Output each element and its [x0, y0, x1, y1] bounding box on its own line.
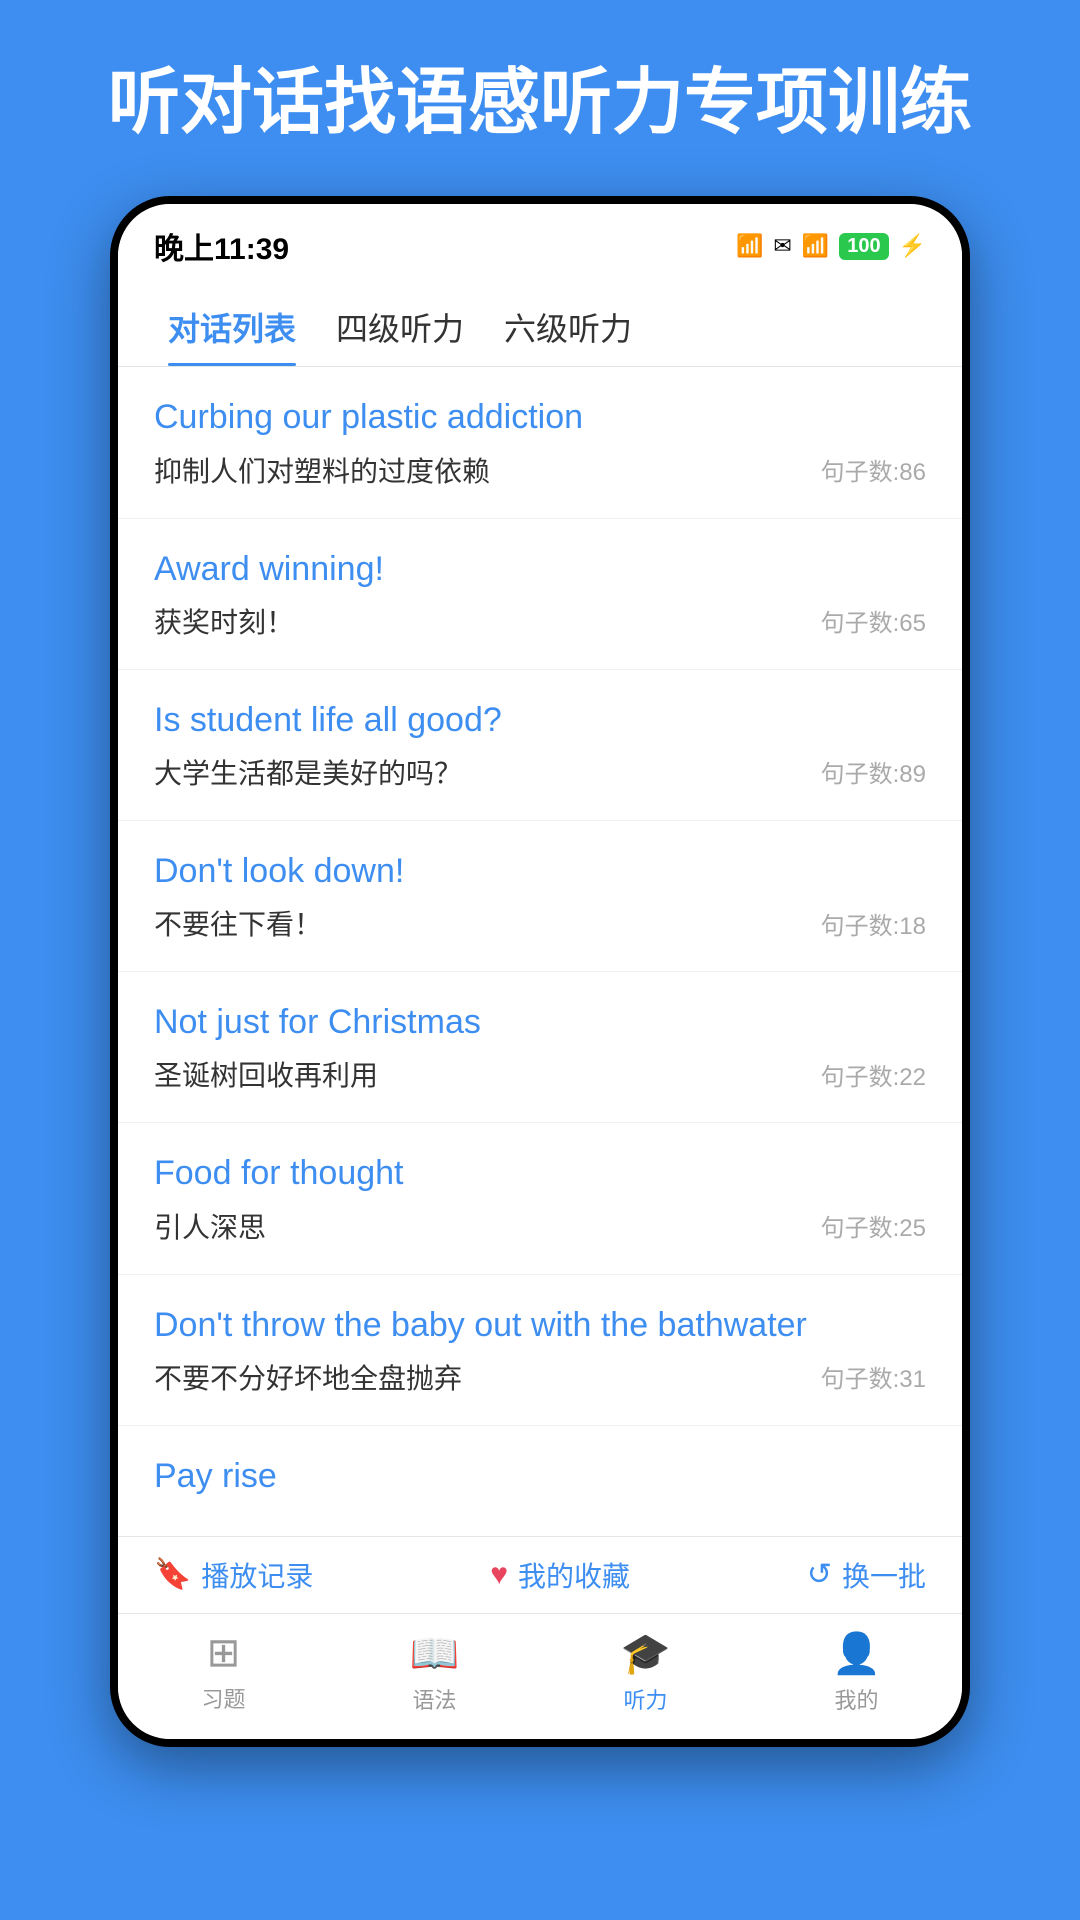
message-icon: ✉ [773, 233, 791, 259]
list-item[interactable]: Not just for Christmas 圣诞树回收再利用 句子数:22 [118, 972, 962, 1123]
item-bottom: 大学生活都是美好的吗？ 句子数:89 [154, 752, 926, 792]
item-title: Not just for Christmas [154, 1000, 926, 1044]
item-count: 句子数:22 [821, 1057, 926, 1092]
nav-bar: ⊞ 习题 📖 语法 🎓 听力 👤 我的 [118, 1613, 962, 1739]
item-title: Pay rise [154, 1454, 926, 1498]
bookmark-icon: 🔖 [154, 1557, 191, 1592]
item-count: 句子数:18 [821, 906, 926, 941]
item-bottom: 不要往下看！ 句子数:18 [154, 903, 926, 943]
item-bottom: 抑制人们对塑料的过度依赖 句子数:86 [154, 450, 926, 490]
nav-item-profile[interactable]: 👤 我的 [777, 1630, 937, 1715]
item-count: 句子数:31 [821, 1359, 926, 1394]
bottom-toolbar: 🔖 播放记录 ♥ 我的收藏 ↺ 换一批 [118, 1536, 962, 1613]
item-count: 句子数:65 [821, 603, 926, 638]
status-bar: 晚上11:39 📶 ✉ 📶 100 ⚡ [118, 204, 962, 278]
list-item[interactable]: Food for thought 引人深思 句子数:25 [118, 1123, 962, 1274]
item-title: Don't throw the baby out with the bathwa… [154, 1303, 926, 1347]
nav-icon-listening: 🎓 [621, 1630, 671, 1677]
refresh-button[interactable]: ↺ 换一批 [807, 1555, 926, 1595]
page-title: 听对话找语感听力专项训练 [68, 0, 1012, 196]
item-count: 句子数:25 [821, 1208, 926, 1243]
list-container: Curbing our plastic addiction 抑制人们对塑料的过度依… [118, 367, 962, 1536]
item-subtitle: 圣诞树回收再利用 [154, 1054, 378, 1094]
item-bottom: 不要不分好坏地全盘抛弃 句子数:31 [154, 1357, 926, 1397]
item-bottom: 引人深思 句子数:25 [154, 1206, 926, 1246]
list-item[interactable]: Award winning! 获奖时刻！ 句子数:65 [118, 519, 962, 670]
nav-label-grammar: 语法 [412, 1683, 456, 1715]
tab-bar: 对话列表 四级听力 六级听力 [118, 278, 962, 367]
heart-icon: ♥ [490, 1558, 508, 1592]
favorites-button[interactable]: ♥ 我的收藏 [490, 1555, 630, 1595]
item-subtitle: 抑制人们对塑料的过度依赖 [154, 450, 490, 490]
item-bottom: 获奖时刻！ 句子数:65 [154, 601, 926, 641]
item-subtitle: 获奖时刻！ [154, 601, 294, 641]
item-subtitle: 引人深思 [154, 1206, 266, 1246]
status-icons: 📶 ✉ 📶 100 ⚡ [736, 233, 926, 260]
list-item[interactable]: Don't look down! 不要往下看！ 句子数:18 [118, 821, 962, 972]
list-item[interactable]: Is student life all good? 大学生活都是美好的吗？ 句子数:… [118, 670, 962, 821]
item-title: Don't look down! [154, 849, 926, 893]
nav-label-exercises: 习题 [201, 1682, 245, 1714]
favorites-label: 我的收藏 [518, 1555, 630, 1595]
history-button[interactable]: 🔖 播放记录 [154, 1555, 313, 1595]
item-subtitle: 大学生活都是美好的吗？ [154, 752, 462, 792]
charging-icon: ⚡ [899, 233, 926, 259]
nav-icon-exercises: ⊞ [207, 1630, 241, 1676]
list-item[interactable]: Don't throw the baby out with the bathwa… [118, 1275, 962, 1426]
phone-inner: 晚上11:39 📶 ✉ 📶 100 ⚡ 对话列表 四级听力 六级听力 Curbi… [118, 204, 962, 1739]
nav-item-exercises[interactable]: ⊞ 习题 [144, 1630, 304, 1714]
nav-item-grammar[interactable]: 📖 语法 [355, 1630, 515, 1715]
status-time: 晚上11:39 [154, 224, 289, 268]
history-label: 播放记录 [201, 1555, 313, 1595]
list-item[interactable]: Curbing our plastic addiction 抑制人们对塑料的过度依… [118, 367, 962, 518]
item-count: 句子数:89 [821, 754, 926, 789]
nav-label-profile: 我的 [834, 1683, 878, 1715]
nav-icon-grammar: 📖 [410, 1630, 460, 1677]
item-subtitle: 不要往下看！ [154, 903, 322, 943]
nav-item-listening[interactable]: 🎓 听力 [566, 1630, 726, 1715]
tab-dialog[interactable]: 对话列表 [148, 288, 316, 366]
item-bottom: 圣诞树回收再利用 句子数:22 [154, 1054, 926, 1094]
nav-icon-profile: 👤 [832, 1630, 882, 1677]
tab-cet6[interactable]: 六级听力 [484, 288, 652, 366]
tab-cet4[interactable]: 四级听力 [316, 288, 484, 366]
battery-icon: 100 [839, 233, 888, 260]
item-title: Curbing our plastic addiction [154, 395, 926, 439]
refresh-label: 换一批 [842, 1555, 926, 1595]
item-title: Award winning! [154, 547, 926, 591]
list-item[interactable]: Pay rise [118, 1426, 962, 1536]
item-subtitle: 不要不分好坏地全盘抛弃 [154, 1357, 462, 1397]
refresh-icon: ↺ [807, 1557, 832, 1592]
nav-label-listening: 听力 [623, 1683, 667, 1715]
item-title: Is student life all good? [154, 698, 926, 742]
item-count: 句子数:86 [821, 452, 926, 487]
wifi-icon: 📶 [802, 233, 829, 259]
bluetooth-icon: 📶 [736, 233, 763, 259]
phone-frame: 晚上11:39 📶 ✉ 📶 100 ⚡ 对话列表 四级听力 六级听力 Curbi… [110, 196, 970, 1747]
item-title: Food for thought [154, 1151, 926, 1195]
